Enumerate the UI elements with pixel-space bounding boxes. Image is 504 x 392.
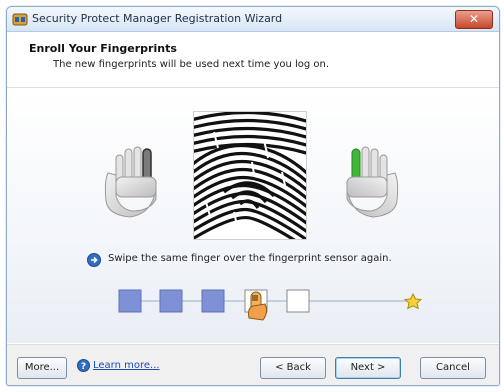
arrow-right-icon — [87, 253, 101, 267]
help-icon[interactable]: ? — [77, 359, 90, 372]
title-bar: Security Protect Manager Registration Wi… — [7, 7, 499, 32]
app-icon — [12, 13, 28, 26]
swipe-progress — [118, 289, 423, 321]
page-subtitle: The new fingerprints will be used next t… — [53, 59, 330, 70]
more-button[interactable]: More... — [17, 357, 67, 379]
swipe-step-1 — [118, 289, 142, 313]
swipe-step-2 — [159, 289, 183, 313]
close-icon: ✕ — [468, 12, 480, 26]
swipe-step-5 — [286, 289, 310, 313]
instruction-text: Swipe the same finger over the fingerpri… — [108, 253, 392, 264]
window-title: Security Protect Manager Registration Wi… — [32, 12, 283, 25]
wizard-header: Enroll Your Fingerprints The new fingerp… — [7, 32, 499, 88]
cancel-button[interactable]: Cancel — [420, 357, 486, 379]
next-button[interactable]: Next > — [335, 357, 401, 379]
left-hand-icon[interactable] — [102, 141, 162, 219]
wizard-window: Security Protect Manager Registration Wi… — [6, 6, 500, 386]
swipe-step-3 — [201, 289, 225, 313]
page-title: Enroll Your Fingerprints — [29, 42, 177, 55]
svg-text:?: ? — [81, 362, 86, 372]
fingerprint-image — [193, 111, 307, 240]
wizard-footer: More... ? Learn more... < Back Next > Ca… — [7, 344, 499, 385]
close-button[interactable]: ✕ — [455, 10, 493, 29]
right-hand-icon[interactable] — [341, 141, 401, 219]
star-icon — [403, 292, 423, 310]
fingerprint-scan-icon — [194, 112, 306, 239]
learn-more-link[interactable]: Learn more... — [93, 360, 160, 371]
back-button[interactable]: < Back — [260, 357, 326, 379]
enroll-panel: Swipe the same finger over the fingerpri… — [7, 88, 499, 343]
